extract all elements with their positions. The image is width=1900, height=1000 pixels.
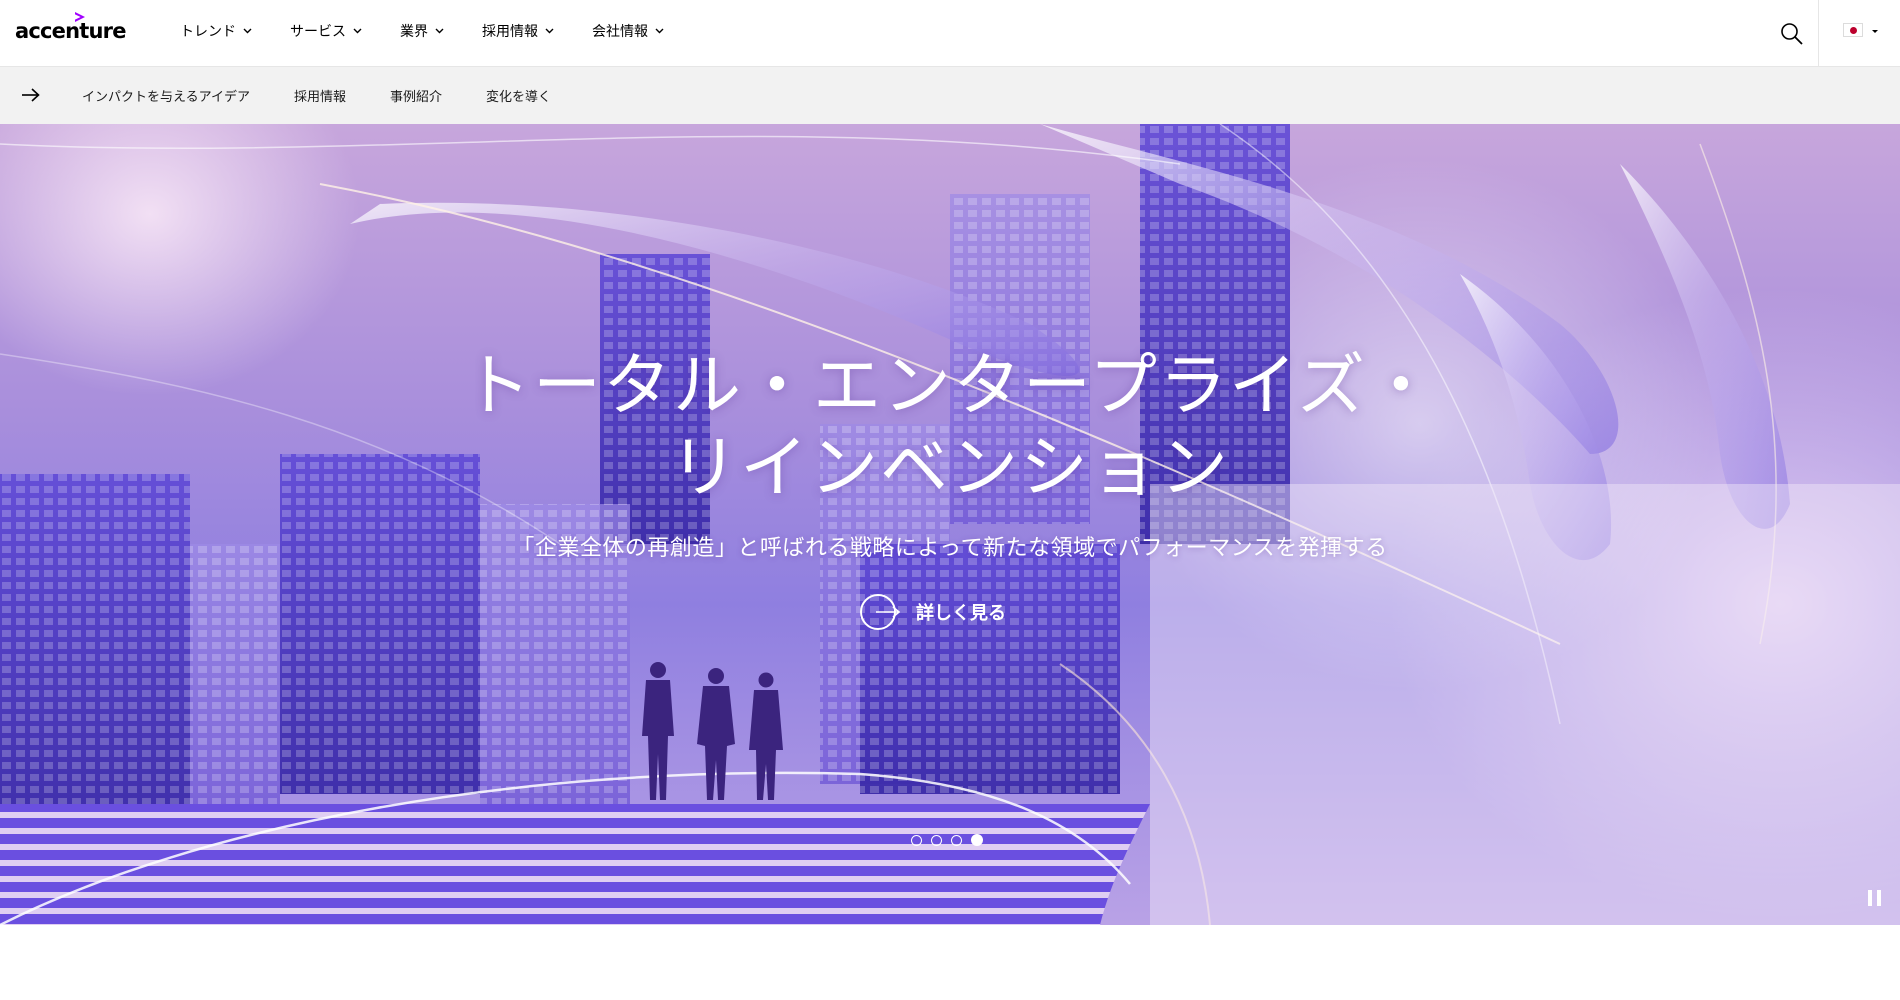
logo-wordmark: accenture: [15, 19, 126, 43]
carousel-dot-3[interactable]: [951, 834, 962, 846]
subnav-item-case-studies[interactable]: 事例紹介: [390, 67, 442, 124]
chevron-down-icon: [655, 28, 664, 34]
subnav-item-ideas[interactable]: インパクトを与えるアイデア: [82, 67, 250, 124]
locale-selector[interactable]: [1843, 22, 1883, 40]
chevron-down-icon: [435, 28, 444, 34]
nav-label: 業界: [400, 24, 428, 40]
chevron-down-icon: [243, 28, 252, 34]
hero-subtitle: 「企業全体の再創造」と呼ばれる戦略によって新たな領域でパフォーマンスを発揮する: [512, 536, 1388, 561]
secondary-nav-items: インパクトを与えるアイデア 採用情報 事例紹介 変化を導く: [82, 67, 595, 124]
nav-item-trend[interactable]: トレンド: [180, 0, 252, 62]
learn-more-label: 詳しく見る: [916, 603, 1006, 624]
pause-icon[interactable]: [1868, 890, 1882, 906]
nav-item-about[interactable]: 会社情報: [592, 0, 664, 62]
caret-down-icon: [1872, 30, 1878, 33]
nav-item-industries[interactable]: 業界: [400, 0, 444, 62]
hero-title: トータル・エンタープライズ・リインベンション: [463, 347, 1437, 508]
secondary-nav: インパクトを与えるアイデア 採用情報 事例紹介 変化を導く: [0, 67, 1900, 124]
carousel-dot-2[interactable]: [931, 834, 942, 846]
nav-label: トレンド: [180, 24, 236, 40]
hero-banner: トータル・エンタープライズ・リインベンション 「企業全体の再創造」と呼ばれる戦略…: [0, 124, 1900, 925]
cta-circle: [860, 594, 900, 630]
chevron-down-icon: [353, 28, 362, 34]
arrow-right-icon: [876, 606, 900, 618]
top-header: accenture トレンド サービス 業界 採用情報 会社情報: [0, 0, 1900, 67]
subnav-item-careers[interactable]: 採用情報: [294, 67, 346, 124]
hero-copy: トータル・エンタープライズ・リインベンション 「企業全体の再創造」と呼ばれる戦略…: [0, 346, 1900, 562]
main-nav: トレンド サービス 業界 採用情報 会社情報: [180, 0, 702, 62]
nav-item-careers[interactable]: 採用情報: [482, 0, 554, 62]
carousel-dot-1[interactable]: [911, 834, 922, 846]
subnav-item-lead-change[interactable]: 変化を導く: [486, 67, 551, 124]
nav-label: 会社情報: [592, 24, 648, 40]
nav-label: 採用情報: [482, 24, 538, 40]
carousel-dot-4[interactable]: [971, 834, 983, 846]
learn-more-button[interactable]: 詳しく見る: [860, 594, 1006, 630]
japan-flag-icon: [1843, 23, 1863, 37]
accenture-logo[interactable]: accenture: [15, 11, 126, 45]
nav-label: サービス: [290, 24, 346, 40]
nav-item-services[interactable]: サービス: [290, 0, 362, 62]
chevron-down-icon: [545, 28, 554, 34]
header-divider: [1818, 0, 1819, 67]
arrow-right-icon[interactable]: [22, 88, 40, 102]
search-icon[interactable]: [1779, 21, 1805, 47]
carousel-indicators: [911, 834, 992, 846]
